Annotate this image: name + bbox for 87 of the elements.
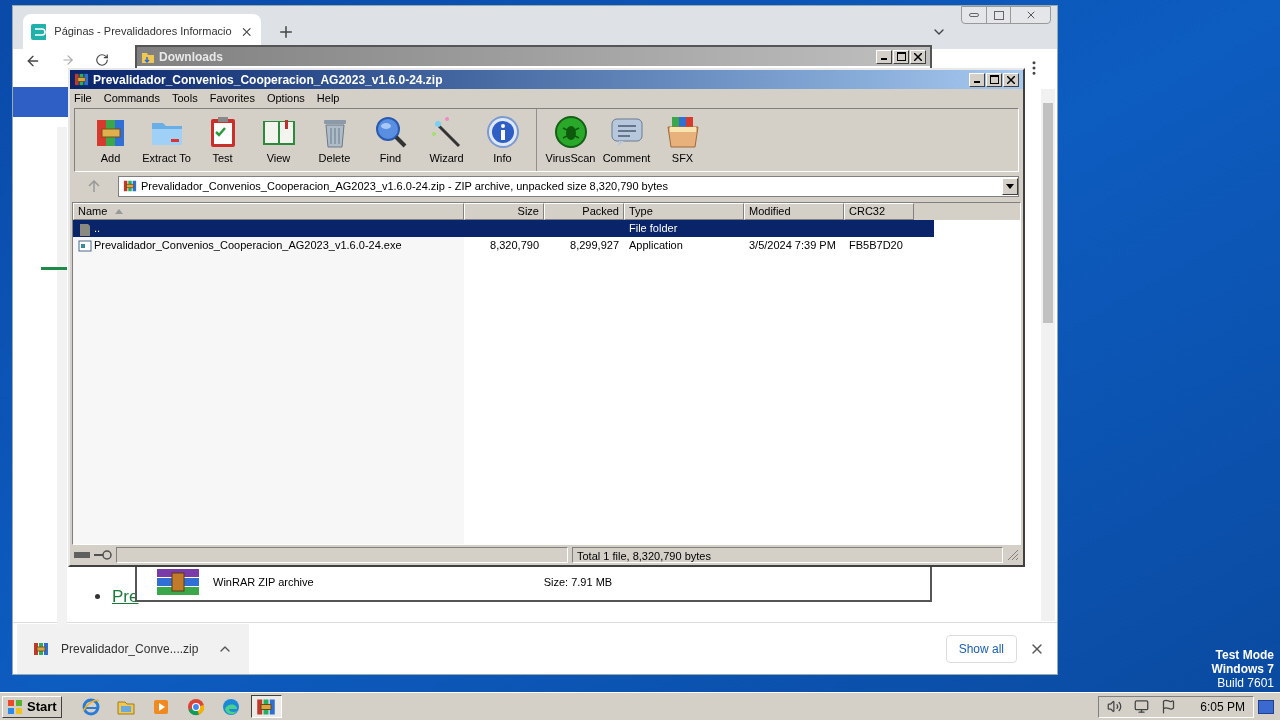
table-cell-text: 8,299,927 <box>570 238 619 254</box>
dropdown-button[interactable] <box>1002 177 1018 195</box>
minimize-icon <box>881 58 887 60</box>
menu-item[interactable]: Help <box>316 90 340 107</box>
minimize-button[interactable] <box>969 72 985 87</box>
dropdown-arrow-icon <box>1006 183 1014 189</box>
desktop-text: Test Mode <box>1215 648 1274 662</box>
tab-title: Páginas - Prevalidadores Informacio <box>54 24 232 40</box>
menu-item[interactable]: File <box>74 90 92 107</box>
close-icon <box>914 52 922 61</box>
new-tab-icon[interactable] <box>277 23 295 41</box>
key-icon <box>94 550 112 560</box>
toolbar-button[interactable]: Wizard <box>419 111 474 169</box>
toolbar-button[interactable]: Delete <box>307 111 362 169</box>
sort-arrow-icon <box>115 209 124 214</box>
column-header[interactable]: CRC32 <box>844 203 914 220</box>
maximize-button[interactable] <box>986 72 1002 87</box>
minimize-button[interactable] <box>876 49 892 64</box>
scrollbar[interactable] <box>1041 89 1055 621</box>
show-all-button[interactable]: Show all <box>945 634 1017 663</box>
menu-item[interactable]: Tools <box>172 90 198 107</box>
archive-icon <box>33 640 49 657</box>
menu-item[interactable]: Commands <box>103 90 160 107</box>
archive-icon <box>155 567 201 597</box>
column-header[interactable]: Modified <box>744 203 844 220</box>
close-icon <box>1007 75 1015 84</box>
start-button[interactable]: Start <box>2 695 62 718</box>
toolbar-button[interactable]: View <box>251 111 306 169</box>
column-header[interactable]: Name <box>73 203 464 220</box>
drive-icon <box>74 551 90 559</box>
column-header[interactable]: Type <box>624 203 744 220</box>
table-cell-text: Prevalidador_Convenios_Cooperacion_AG2023_v1.6.0-24.exe <box>94 238 402 254</box>
address-field[interactable]: Prevalidador_Convenios_Cooperacion_AG2023_v1.6.0-24.zip - ZIP archive, unpacked size 8,320,790 bytes <box>118 175 1019 197</box>
up-arrow-icon <box>88 180 100 192</box>
maximize-icon <box>896 52 906 61</box>
menu-item[interactable]: Options <box>266 90 305 107</box>
table-cell-text: Application <box>629 238 683 254</box>
toolbar-button[interactable]: Add <box>83 111 138 169</box>
chrome-icon <box>186 696 207 717</box>
desktop-text: Windows 7 <box>1211 662 1274 676</box>
table-cell-text: 8,320,790 <box>490 238 539 254</box>
maximize-icon <box>989 75 999 84</box>
edge-icon <box>221 696 242 717</box>
resize-grip-icon[interactable] <box>1007 549 1019 561</box>
folder-icon <box>78 221 92 236</box>
program-icon <box>78 238 92 253</box>
browser-tab[interactable]: Páginas - Prevalidadores Informacio <box>23 14 261 49</box>
windows-logo-icon <box>7 698 23 715</box>
network-icon[interactable] <box>1134 699 1150 714</box>
status-text: Total 1 file, 8,320,790 bytes <box>572 547 1003 563</box>
desktop-text: Build 7601 <box>1217 676 1274 690</box>
globe-e-icon <box>81 696 102 717</box>
toolbar-button[interactable]: Extract To <box>139 111 194 169</box>
minimize-icon <box>974 81 980 83</box>
column-header[interactable]: Packed <box>544 203 624 220</box>
show-desktop-button[interactable] <box>1258 699 1274 714</box>
bug-icon <box>552 113 589 150</box>
maximize-button[interactable] <box>893 49 909 64</box>
menu-item[interactable]: Favorites <box>209 90 255 107</box>
toolbar-button[interactable]: VirusScan <box>543 111 598 169</box>
toolbar-button[interactable]: SFX <box>655 111 710 169</box>
download-file-name: Prevalidador_Conve....zip <box>61 640 199 658</box>
table-cell-text: 3/5/2024 7:39 PM <box>749 238 836 254</box>
file-type: WinRAR ZIP archive <box>213 574 314 590</box>
archive-icon <box>123 179 137 193</box>
table-cell-text: FB5B7D20 <box>849 238 903 254</box>
back-icon[interactable] <box>25 53 41 69</box>
window-title: Prevalidador_Convenios_Cooperacion_AG2023_v1.6.0-24.zip <box>93 71 444 89</box>
table-cell-text: File folder <box>629 221 678 237</box>
download-item[interactable]: Prevalidador_Conve....zip <box>17 623 249 674</box>
toolbar-button[interactable]: Test <box>195 111 250 169</box>
toolbar-button[interactable]: Find <box>363 111 418 169</box>
window-title: Downloads <box>159 48 224 66</box>
taskbar-button[interactable] <box>250 695 282 718</box>
site-icon <box>31 23 47 40</box>
toolbar-button[interactable]: Info <box>475 111 530 169</box>
volume-icon[interactable] <box>1107 699 1123 714</box>
table-cell-text: .. <box>94 221 101 237</box>
flag-icon[interactable] <box>1161 699 1177 714</box>
file-row[interactable]: .. File folder <box>73 220 934 237</box>
file-size: Size: 7.91 MB <box>543 574 613 590</box>
column-header[interactable]: Size <box>464 203 544 220</box>
file-row[interactable]: Prevalidador_Convenios_Cooperacion_AG2023_v1.6.0-24.exe 8,320,790 8,299,927 Application 3/5/2024 7:39 PM FB5B7D20 <box>73 237 934 254</box>
reload-icon[interactable] <box>95 53 109 67</box>
toolbar-button[interactable]: Comment <box>599 111 654 169</box>
archive-icon <box>74 72 89 87</box>
info-icon <box>484 113 521 150</box>
